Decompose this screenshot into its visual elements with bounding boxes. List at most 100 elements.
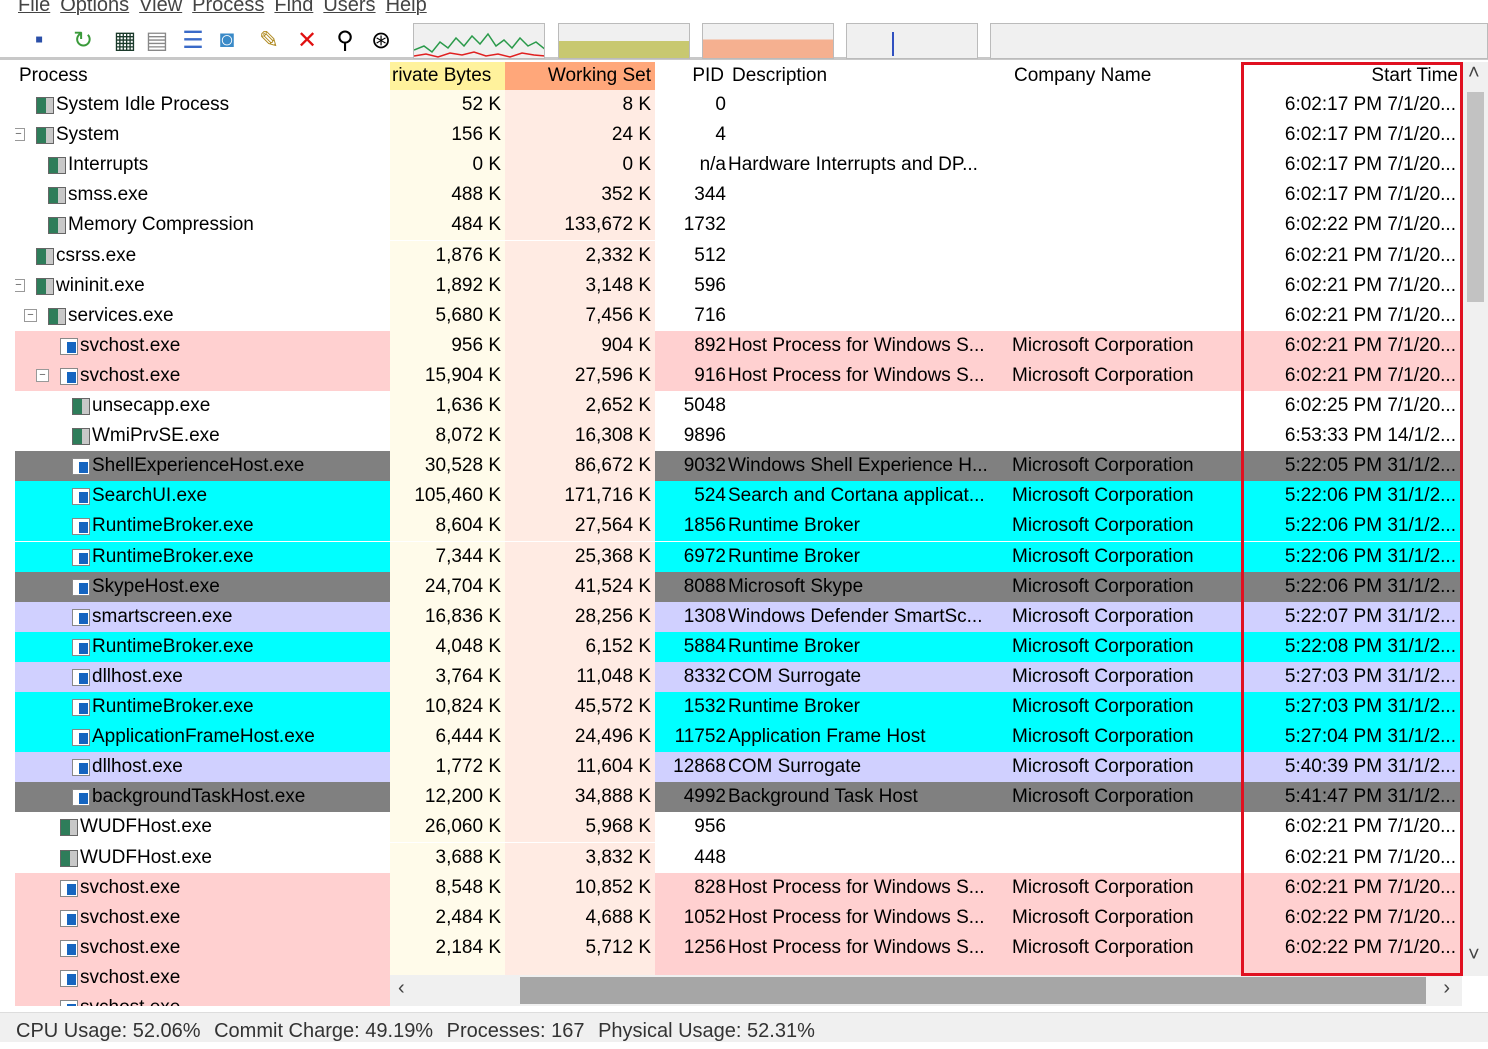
- dll-icon[interactable]: ◙: [212, 24, 242, 56]
- process-row[interactable]: RuntimeBroker.exe 7,344 K 25,368 K 6972 Runt…: [15, 541, 1462, 572]
- column-company[interactable]: Company Name: [1008, 62, 1240, 90]
- refresh-icon[interactable]: ↻: [68, 24, 98, 56]
- process-cell[interactable]: csrss.exe: [15, 241, 390, 271]
- collapse-icon[interactable]: −: [15, 128, 25, 142]
- collapse-icon[interactable]: −: [36, 368, 49, 382]
- scroll-right-icon[interactable]: ›: [1443, 977, 1450, 1000]
- process-row[interactable]: WUDFHost.exe 3,688 K 3,832 K 448 6:02:21 PM …: [15, 842, 1462, 873]
- process-cell[interactable]: Memory Compression: [15, 210, 390, 240]
- process-row[interactable]: unsecapp.exe 1,636 K 2,652 K 5048 6:02:25 PM…: [15, 391, 1462, 421]
- physical-memory-graph[interactable]: [702, 23, 834, 59]
- horizontal-scroll-thumb[interactable]: [520, 977, 1426, 1004]
- process-row[interactable]: svchost.exe 2,184 K 5,712 K 1256 Host Proces…: [15, 932, 1462, 963]
- process-cell[interactable]: RuntimeBroker.exe: [15, 511, 390, 542]
- process-row[interactable]: WUDFHost.exe 26,060 K 5,968 K 956 6:02:21 PM…: [15, 812, 1462, 843]
- process-cell[interactable]: ApplicationFrameHost.exe: [15, 722, 390, 753]
- menu-file[interactable]: File: [18, 0, 50, 20]
- process-row[interactable]: − System 156 K 24 K 4 6:02:17 PM 7/1/20...: [15, 120, 1462, 151]
- menu-process[interactable]: Process: [192, 0, 264, 20]
- scroll-left-icon[interactable]: ‹: [398, 977, 405, 1000]
- process-cell[interactable]: WUDFHost.exe: [15, 812, 390, 842]
- vertical-scrollbar[interactable]: ˄ ˅: [1463, 62, 1488, 976]
- process-cell[interactable]: svchost.exe: [15, 962, 390, 993]
- process-row[interactable]: SkypeHost.exe 24,704 K 41,524 K 8088 Microso…: [15, 571, 1462, 602]
- process-cell[interactable]: SkypeHost.exe: [15, 571, 390, 602]
- cpu-graph[interactable]: [413, 23, 545, 59]
- process-cell[interactable]: ShellExperienceHost.exe: [15, 451, 390, 482]
- column-pid[interactable]: PID: [655, 62, 728, 90]
- process-cell[interactable]: dllhost.exe: [15, 661, 390, 692]
- scroll-up-icon[interactable]: ˄: [1468, 62, 1480, 85]
- target-icon[interactable]: ⊛: [366, 24, 396, 56]
- process-cell[interactable]: RuntimeBroker.exe: [15, 631, 390, 662]
- process-row[interactable]: svchost.exe 2,484 K 4,688 K 1052 Host Proces…: [15, 902, 1462, 933]
- process-row[interactable]: − services.exe 5,680 K 7,456 K 716 6:02:21 PM…: [15, 300, 1462, 331]
- handles-icon[interactable]: ▤: [142, 24, 172, 56]
- process-cell[interactable]: − svchost.exe: [15, 360, 390, 391]
- process-cell[interactable]: − System: [15, 120, 390, 150]
- process-list[interactable]: System Idle Process 52 K8 K 0 6:02:17 PM 7/…: [15, 90, 1462, 1006]
- properties-icon[interactable]: ✎: [254, 24, 284, 56]
- process-cell[interactable]: svchost.exe: [15, 932, 390, 963]
- column-description[interactable]: Description: [728, 62, 1008, 90]
- process-row[interactable]: − wininit.exe 1,892 K 3,148 K 596 6:02:21 PM …: [15, 270, 1462, 301]
- process-row[interactable]: SearchUI.exe 105,460 K 171,716 K 524 Search …: [15, 481, 1462, 512]
- column-working-set[interactable]: Working Set: [505, 62, 655, 90]
- process-row[interactable]: Interrupts 0 K0 K n/a Hardware Interrupts a…: [15, 150, 1462, 181]
- menu-options[interactable]: Options: [60, 0, 129, 20]
- process-cell[interactable]: svchost.exe: [15, 330, 390, 361]
- io-graph[interactable]: [846, 23, 978, 59]
- vertical-scroll-thumb[interactable]: [1467, 92, 1484, 302]
- column-private-bytes[interactable]: rivate Bytes: [390, 62, 505, 90]
- system-info-icon[interactable]: ▦: [110, 24, 140, 56]
- process-cell[interactable]: svchost.exe: [15, 993, 390, 1006]
- process-cell[interactable]: WUDFHost.exe: [15, 843, 390, 873]
- process-cell[interactable]: smartscreen.exe: [15, 601, 390, 632]
- process-row[interactable]: System Idle Process 52 K8 K 0 6:02:17 PM 7/…: [15, 90, 1462, 120]
- process-cell[interactable]: backgroundTaskHost.exe: [15, 782, 390, 813]
- process-row[interactable]: dllhost.exe 3,764 K 11,048 K 8332 COM Surrog…: [15, 661, 1462, 692]
- menu-view[interactable]: View: [139, 0, 182, 20]
- find-icon[interactable]: ⚲: [330, 24, 360, 56]
- menu-find[interactable]: Find: [274, 0, 313, 20]
- process-row[interactable]: ShellExperienceHost.exe 30,528 K 86,672 K9…: [15, 451, 1462, 482]
- horizontal-scrollbar[interactable]: ‹ ›: [390, 975, 1462, 1006]
- scroll-down-icon[interactable]: ˅: [1468, 944, 1480, 967]
- process-cell[interactable]: svchost.exe: [15, 902, 390, 933]
- save-icon[interactable]: ▪: [24, 24, 54, 56]
- process-row[interactable]: RuntimeBroker.exe 10,824 K 45,572 K 1532 Run…: [15, 692, 1462, 722]
- process-row[interactable]: dllhost.exe 1,772 K 11,604 K 12868 COM Surro…: [15, 752, 1462, 783]
- process-cell[interactable]: RuntimeBroker.exe: [15, 541, 390, 572]
- process-row[interactable]: WmiPrvSE.exe 8,072 K 16,308 K 9896 6:53:33 P…: [15, 421, 1462, 452]
- menu-help[interactable]: Help: [386, 0, 427, 20]
- menu-users[interactable]: Users: [323, 0, 375, 20]
- process-cell[interactable]: − services.exe: [15, 301, 390, 331]
- process-cell[interactable]: WmiPrvSE.exe: [15, 421, 390, 451]
- process-row[interactable]: − svchost.exe 15,904 K 27,596 K 916 Host Proc…: [15, 360, 1462, 391]
- collapse-icon[interactable]: −: [15, 278, 25, 292]
- collapse-icon[interactable]: −: [24, 308, 37, 322]
- process-row[interactable]: svchost.exe 956 K 904 K 892 Host Process for…: [15, 330, 1462, 361]
- column-start-time[interactable]: Start Time: [1240, 62, 1462, 90]
- process-cell[interactable]: RuntimeBroker.exe: [15, 692, 390, 722]
- process-cell[interactable]: System Idle Process: [15, 90, 390, 120]
- column-process[interactable]: Process: [15, 62, 390, 90]
- process-cell[interactable]: − wininit.exe: [15, 271, 390, 301]
- kill-process-icon[interactable]: ✕: [292, 24, 322, 56]
- process-row[interactable]: smartscreen.exe 16,836 K 28,256 K 1308 Windo…: [15, 601, 1462, 632]
- process-cell[interactable]: dllhost.exe: [15, 752, 390, 783]
- process-cell[interactable]: smss.exe: [15, 180, 390, 210]
- process-row[interactable]: Memory Compression 484 K 133,672 K 1732 6:02…: [15, 210, 1462, 241]
- process-row[interactable]: csrss.exe 1,876 K 2,332 K 512 6:02:21 PM 7/1…: [15, 240, 1462, 271]
- process-cell[interactable]: unsecapp.exe: [15, 391, 390, 421]
- process-cell[interactable]: SearchUI.exe: [15, 481, 390, 512]
- lower-pane-icon[interactable]: ☰: [178, 24, 208, 56]
- process-row[interactable]: backgroundTaskHost.exe 12,200 K 34,888 K 49…: [15, 782, 1462, 813]
- process-row[interactable]: ApplicationFrameHost.exe 6,444 K 24,496 K1…: [15, 722, 1462, 753]
- process-row[interactable]: smss.exe 488 K 352 K 344 6:02:17 PM 7/1/20..…: [15, 180, 1462, 211]
- process-cell[interactable]: svchost.exe: [15, 872, 390, 903]
- process-row[interactable]: RuntimeBroker.exe 4,048 K 6,152 K 5884 Runti…: [15, 631, 1462, 662]
- process-row[interactable]: svchost.exe 8,548 K 10,852 K 828 Host Proces…: [15, 872, 1462, 903]
- process-row[interactable]: RuntimeBroker.exe 8,604 K 27,564 K 1856 Runt…: [15, 511, 1462, 542]
- network-graph[interactable]: [990, 23, 1488, 59]
